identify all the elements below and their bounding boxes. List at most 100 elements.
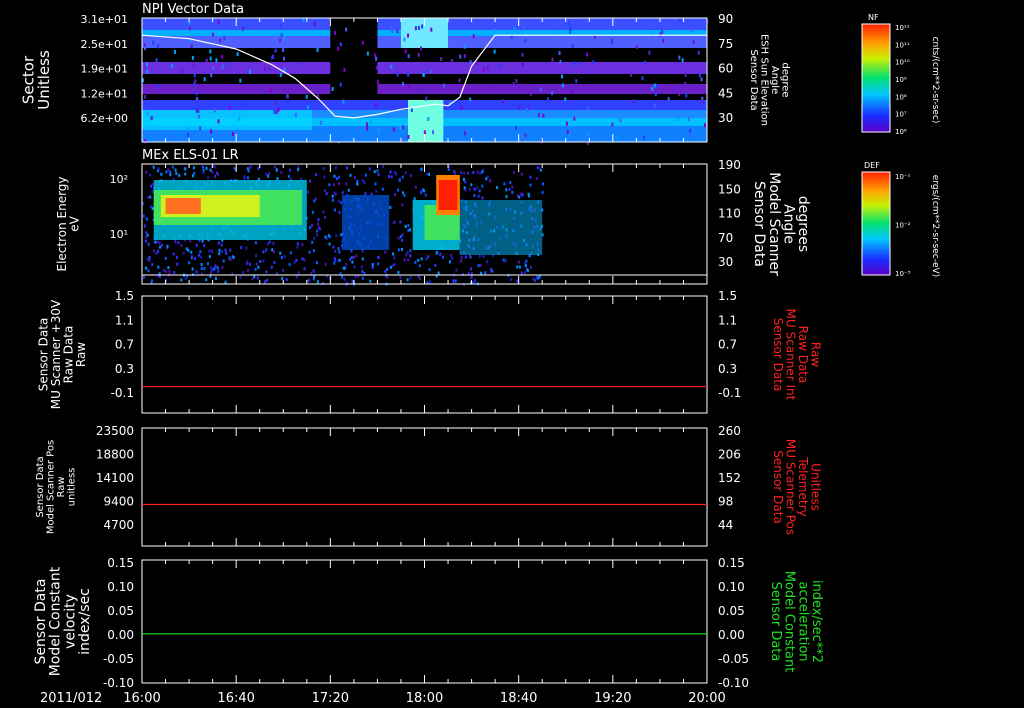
axis-label-line: velocity <box>62 594 78 649</box>
els-speckle <box>439 252 442 256</box>
els-speckle <box>527 194 530 198</box>
els-speckle <box>182 251 185 255</box>
els-speckle <box>391 263 394 267</box>
els-speckle <box>150 184 153 188</box>
els-speckle <box>377 262 380 266</box>
npi-speckle <box>462 40 465 45</box>
ytick-label: 0.05 <box>107 604 134 618</box>
panel-title-els: MEx ELS-01 LR <box>142 148 239 163</box>
els-speckle <box>328 242 331 246</box>
els-speckle <box>343 277 346 281</box>
axis-label-line: Model Scanner <box>766 172 782 276</box>
els-speckle <box>520 271 523 275</box>
npi-speckle <box>420 46 423 51</box>
els-speckle <box>363 181 366 185</box>
axis-label-line: unitless <box>66 468 77 507</box>
els-speckle <box>511 185 514 189</box>
els-speckle <box>453 170 456 174</box>
els-speckle <box>174 168 177 172</box>
els-speckle <box>142 276 145 280</box>
panel-frame <box>141 295 708 414</box>
els-speckle <box>341 191 344 195</box>
els-speckle <box>275 168 278 172</box>
els-speckle <box>307 190 310 194</box>
els-speckle <box>437 271 440 275</box>
npi-speckle <box>547 97 550 102</box>
axis-label-line: Sensor Data <box>33 579 49 665</box>
npi-band <box>142 94 707 100</box>
els-speckle <box>147 242 150 246</box>
els-speckle <box>303 258 306 262</box>
ytick-label: 0.7 <box>115 338 134 352</box>
npi-speckle <box>195 91 198 96</box>
els-speckle <box>315 261 318 265</box>
els-speckle <box>149 205 152 209</box>
els-speckle <box>152 165 155 169</box>
right-ytick-label: 45 <box>718 86 733 100</box>
els-speckle <box>420 190 423 194</box>
els-speckle <box>382 165 385 169</box>
els-speckle <box>251 277 254 281</box>
npi-speckle <box>280 33 283 38</box>
els-speckle <box>143 224 146 228</box>
panel-npi: NPI Vector Data 3.1e+01 2.5e+01 1.9e+01 1.2… <box>19 2 940 145</box>
els-speckle <box>468 187 471 191</box>
els-speckle <box>533 278 536 282</box>
els-speckle <box>243 175 246 179</box>
els-speckle <box>478 189 481 193</box>
els-speckle <box>328 235 331 239</box>
els-speckle <box>202 171 205 175</box>
els-speckle <box>274 165 277 169</box>
npi-speckle <box>463 44 466 49</box>
els-speckle <box>463 186 466 190</box>
els-speckle <box>477 264 480 268</box>
els-speckle <box>259 259 262 263</box>
axis-label-line: acceleration <box>795 581 810 661</box>
els-speckle <box>270 265 273 269</box>
npi-speckle <box>239 78 242 83</box>
npi-speckle <box>193 73 196 78</box>
npi-speckle <box>632 99 635 104</box>
ytick-label: 0.00 <box>107 628 134 642</box>
els-speckle <box>149 195 152 199</box>
els-speckle <box>180 278 183 282</box>
els-speckle <box>427 255 430 259</box>
right-ytick-label: 0.10 <box>718 580 745 594</box>
els-speckle <box>353 176 356 180</box>
npi-speckle <box>248 69 251 74</box>
els-speckle <box>356 182 359 186</box>
npi-speckle <box>512 82 515 87</box>
npi-right-ylabel: Sensor Data ESH Sun Elevation Angle degree <box>748 34 791 126</box>
els-speckle <box>301 243 304 247</box>
right-ytick-label: 0.7 <box>718 338 737 352</box>
els-speckle <box>502 258 505 262</box>
els-speckle <box>217 241 220 245</box>
els-speckle <box>511 190 514 194</box>
npi-speckle <box>688 128 691 133</box>
npi-speckle <box>375 56 378 61</box>
els-speckle <box>518 195 521 199</box>
els-speckle <box>200 262 203 266</box>
els-speckle <box>151 190 154 194</box>
npi-speckle <box>635 44 638 49</box>
els-speckle <box>402 191 405 195</box>
els-speckle <box>174 240 177 244</box>
npi-speckle <box>524 38 527 43</box>
els-speckle <box>257 167 260 171</box>
ytick-label: 14100 <box>96 471 134 485</box>
npi-speckle <box>521 62 524 67</box>
npi-speckle <box>263 66 266 71</box>
right-ytick-label: 30 <box>718 255 733 269</box>
els-band <box>438 180 458 210</box>
npi-speckle <box>408 84 411 89</box>
right-ytick-label: 0.15 <box>718 556 745 570</box>
els-speckle <box>524 271 527 275</box>
npi-speckle <box>691 28 694 33</box>
npi-speckle <box>155 58 158 63</box>
npi-speckle <box>196 96 199 101</box>
els-speckle <box>334 249 337 253</box>
npi-speckle <box>578 61 581 66</box>
els-speckle <box>356 179 359 183</box>
els-speckle <box>257 265 260 269</box>
els-speckle <box>273 260 276 264</box>
